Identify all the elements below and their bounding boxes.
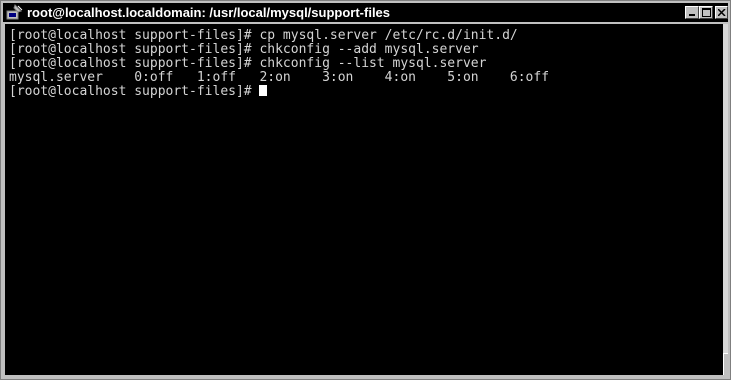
terminal-line: [root@localhost support-files]# cp mysql…: [9, 28, 518, 43]
title-bar[interactable]: root@localhost.localdomain: /usr/local/m…: [3, 3, 728, 22]
terminal-line: mysql.server 0:off 1:off 2:on 3:on 4:on …: [9, 70, 550, 85]
terminal-output-area[interactable]: [root@localhost support-files]# cp mysql…: [5, 24, 723, 375]
terminal-window: root@localhost.localdomain: /usr/local/m…: [0, 0, 731, 380]
vertical-scrollbar[interactable]: [723, 24, 728, 375]
window-title: root@localhost.localdomain: /usr/local/m…: [27, 5, 391, 20]
scrollbar-thumb[interactable]: [723, 353, 728, 375]
terminal-prompt-line[interactable]: [root@localhost support-files]#: [9, 85, 549, 99]
maximize-button[interactable]: [699, 6, 713, 19]
terminal-lines: [root@localhost support-files]# cp mysql…: [9, 29, 549, 99]
terminal-line: [root@localhost support-files]# chkconfi…: [9, 42, 479, 57]
terminal-app-icon[interactable]: [6, 4, 23, 21]
text-cursor: [259, 85, 268, 96]
minimize-button[interactable]: [685, 6, 699, 19]
close-icon: [718, 9, 726, 16]
close-button[interactable]: [715, 6, 728, 19]
shell-prompt: [root@localhost support-files]#: [9, 84, 260, 99]
terminal-line: [root@localhost support-files]# chkconfi…: [9, 56, 487, 71]
